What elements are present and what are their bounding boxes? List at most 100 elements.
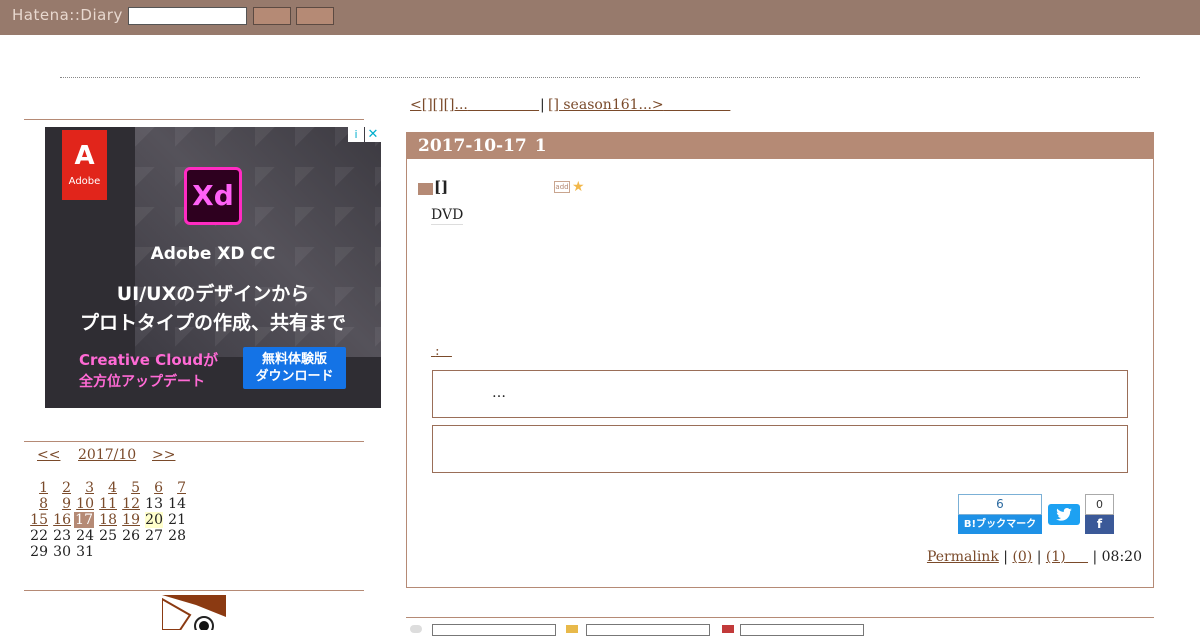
email-input[interactable] — [586, 624, 710, 636]
comment-excerpt: … — [492, 385, 506, 401]
secondary-button[interactable] — [296, 7, 334, 25]
calendar-day-link[interactable]: 4 — [108, 480, 117, 496]
facebook-share-count: 0 — [1085, 494, 1114, 515]
hatena-bookmark-count: 6 — [958, 494, 1042, 515]
twitter-tweet-icon[interactable] — [1048, 504, 1080, 525]
calendar-day: 23 — [53, 528, 71, 544]
home-icon — [722, 625, 734, 633]
add-star-icon[interactable]: add — [554, 181, 570, 193]
trackbacks-link[interactable]: (1) — [1046, 549, 1088, 565]
calendar-day-link[interactable]: 12 — [122, 496, 140, 512]
top-bar: Hatena::Diary — [0, 0, 1200, 35]
ad-product-name: Adobe XD CC — [150, 244, 276, 264]
profile-character-image — [162, 595, 226, 630]
calendar-day-link[interactable]: 1 — [39, 480, 48, 496]
sidebar-divider — [24, 441, 364, 442]
calendar-day: 25 — [99, 528, 117, 544]
comment-box — [432, 425, 1128, 473]
nav-separator: | — [540, 97, 545, 113]
ad-subline-line2: 全方位アップデート — [79, 374, 205, 390]
entry-date[interactable]: 2017-10-17 — [418, 136, 527, 156]
calendar-day-link[interactable]: 5 — [131, 480, 140, 496]
calendar-day-link[interactable]: 2 — [62, 480, 71, 496]
ad-cta-line1: 無料体験版 — [261, 352, 327, 367]
calendar-day-link[interactable]: 9 — [62, 496, 71, 512]
ad-close-icon[interactable]: ✕ — [365, 127, 381, 142]
hatena-bookmark-button[interactable]: 6 B!ブックマーク — [958, 494, 1042, 534]
calendar-day-link[interactable]: 11 — [99, 496, 117, 512]
comment-box: … — [432, 370, 1128, 418]
url-input[interactable] — [740, 624, 864, 636]
hatena-bookmark-label: B!ブックマーク — [958, 515, 1042, 534]
next-entry-label: [] season161...> — [548, 97, 664, 113]
calendar-day-link[interactable]: 3 — [85, 480, 94, 496]
search-button[interactable] — [253, 7, 291, 25]
sidebar-divider — [24, 590, 364, 591]
calendar-day: 22 — [30, 528, 48, 544]
mail-icon — [566, 625, 578, 633]
ad-info-icon[interactable]: i — [348, 127, 364, 142]
previous-entry-label: <[][][]... — [410, 97, 468, 113]
adobe-logo: A Adobe — [62, 130, 107, 200]
comment-form-divider — [406, 617, 1154, 618]
ad-headline-line1: UI/UXのデザインから — [116, 283, 310, 305]
calendar-prev-month-link[interactable]: << — [37, 447, 60, 463]
hatena-diary-logo[interactable]: Hatena::Diary — [12, 6, 123, 24]
calendar-day-link[interactable]: 15 — [30, 512, 48, 528]
ad-subline-line1: Creative Cloudが — [79, 351, 219, 369]
section-title: [] — [434, 178, 449, 196]
calendar-day: 28 — [168, 528, 186, 544]
next-entry-link[interactable]: [] season161...> — [548, 97, 730, 113]
star-icon[interactable]: ★ — [572, 179, 585, 195]
calendar-day-link[interactable]: 19 — [122, 512, 140, 528]
calendar-day: 29 — [30, 544, 48, 560]
calendar-next-month-link[interactable]: >> — [152, 447, 175, 463]
permalink-link[interactable]: Permalink — [927, 549, 999, 565]
entry-body-text: DVD — [431, 207, 464, 225]
calendar-grid: 1 2 3 4 5 6 7 8 9 10 11 12 13 14 15 16 1… — [25, 480, 186, 560]
comments-count-link[interactable]: (0) — [1012, 549, 1032, 565]
previous-entry-link[interactable]: <[][][]... — [410, 97, 539, 113]
sidebar-divider — [24, 119, 364, 120]
calendar-day-selected[interactable]: 17 — [74, 512, 94, 528]
section-anchor-icon[interactable] — [418, 183, 433, 195]
facebook-icon: f — [1085, 515, 1114, 534]
calendar-day-link[interactable]: 16 — [53, 512, 71, 528]
calendar-day: 30 — [53, 544, 71, 560]
comment-link-label: : — [435, 344, 440, 359]
user-icon — [410, 625, 422, 633]
calendar-day-today: 20 — [145, 512, 163, 528]
name-input[interactable] — [432, 624, 556, 636]
trackbacks-count: (1) — [1045, 549, 1066, 565]
calendar-day: 31 — [76, 544, 94, 560]
search-input[interactable] — [128, 7, 247, 25]
ad-download-button[interactable]: 無料体験版 ダウンロード — [243, 347, 346, 389]
comment-form — [406, 623, 1154, 636]
entry-time: 08:20 — [1101, 549, 1142, 565]
comment-link[interactable]: : — [431, 344, 452, 359]
header-divider — [60, 77, 1140, 78]
facebook-share-button[interactable]: 0 f — [1085, 494, 1114, 534]
entry-title: 1 — [534, 136, 547, 156]
calendar-day-link[interactable]: 7 — [177, 480, 186, 496]
adobe-logo-mark: A — [74, 141, 95, 171]
calendar-day: 13 — [145, 496, 163, 512]
ad-cta-line2: ダウンロード — [255, 369, 334, 384]
calendar-day: 26 — [122, 528, 140, 544]
calendar-day: 21 — [168, 512, 186, 528]
diary-day-entry: 2017-10-17 1 [] add ★ DVD : … 6 B!ブックマーク … — [406, 132, 1154, 588]
adobe-xd-icon: Xd — [184, 167, 242, 225]
calendar-day-link[interactable]: 10 — [76, 496, 94, 512]
advertisement-banner[interactable]: A Adobe Xd Adobe XD CC UI/UXのデザインから プロトタ… — [45, 127, 381, 408]
calendar-day: 27 — [145, 528, 163, 544]
entry-footer: Permalink | (0) | (1) | 08:20 — [926, 549, 1142, 565]
day-header: 2017-10-17 1 — [407, 133, 1153, 159]
calendar-day-link[interactable]: 6 — [154, 480, 163, 496]
ad-headline-line2: プロトタイプの作成、共有まで — [79, 312, 346, 334]
calendar-day-link[interactable]: 8 — [39, 496, 48, 512]
calendar-day: 24 — [76, 528, 94, 544]
calendar-month-link[interactable]: 2017/10 — [78, 447, 136, 463]
calendar-day: 14 — [168, 496, 186, 512]
calendar-day-link[interactable]: 18 — [99, 512, 117, 528]
adobe-logo-text: Adobe — [68, 176, 101, 187]
